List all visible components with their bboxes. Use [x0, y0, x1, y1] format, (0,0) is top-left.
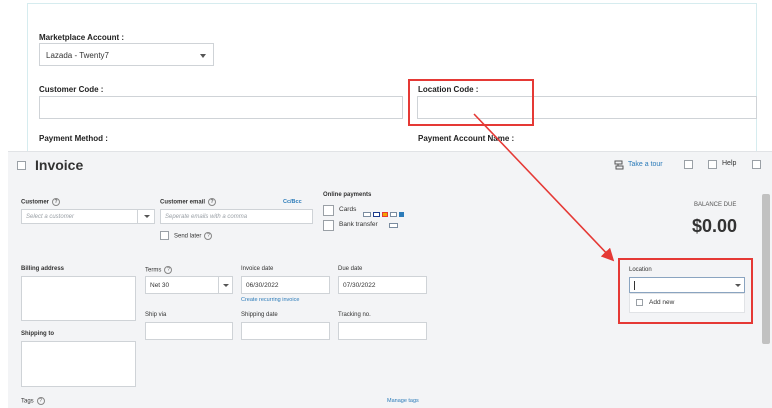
screenshot-stage: Marketplace Account : Lazada - Twenty7 C…	[0, 0, 772, 408]
annotation-arrow	[473, 113, 615, 262]
